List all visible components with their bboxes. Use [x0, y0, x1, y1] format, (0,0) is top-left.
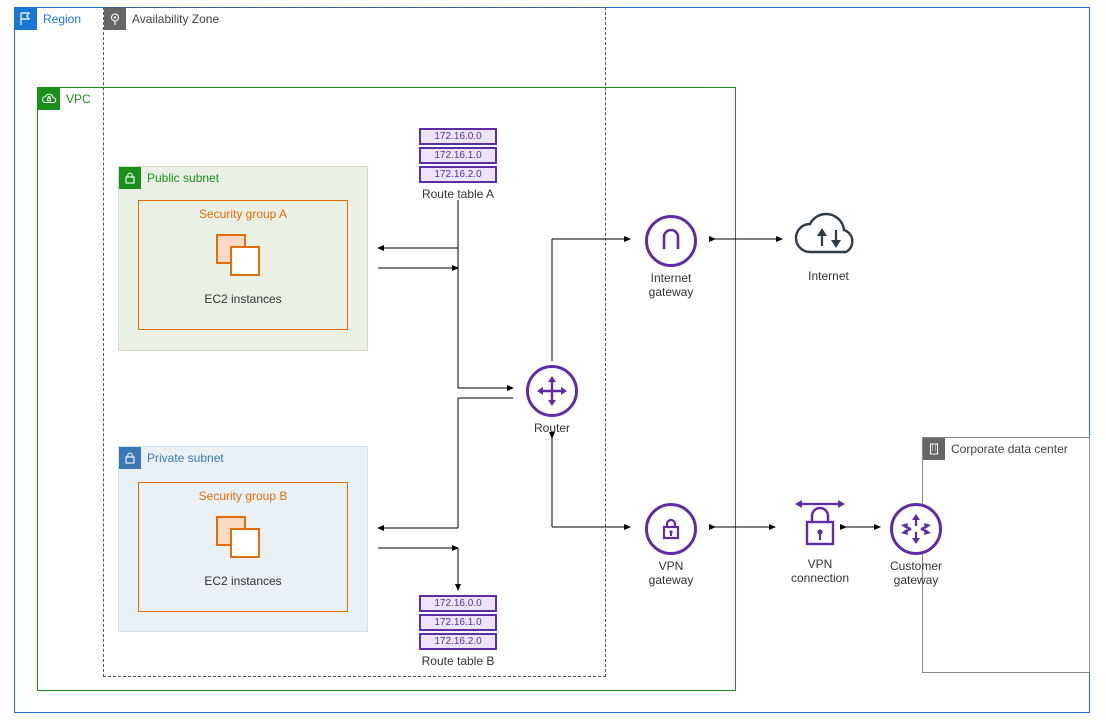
vpngw-label: VPN gateway: [636, 559, 706, 587]
flag-icon: [15, 8, 37, 30]
ec2-instances-b-label: EC2 instances: [204, 574, 281, 588]
building-icon: [923, 438, 945, 460]
gateway-icon: [645, 215, 697, 267]
security-group-a-container: Security group A EC2 instances: [138, 200, 348, 330]
cdc-label: Corporate data center: [951, 442, 1068, 456]
cloud-lock-icon: [38, 88, 60, 110]
route-entry: 172.16.2.0: [419, 166, 497, 183]
cgw-label: Customer gateway: [876, 559, 956, 587]
route-table-b-label: Route table B: [418, 654, 498, 668]
internet-gateway-node: Internet gateway: [636, 215, 706, 299]
internet-node: Internet: [786, 208, 871, 283]
vpn-connection-icon: [793, 496, 847, 550]
private-subnet-label: Private subnet: [147, 451, 224, 465]
security-group-b-label: Security group B: [199, 489, 288, 503]
customer-gateway-node: Customer gateway: [876, 503, 956, 587]
route-entry: 172.16.0.0: [419, 128, 497, 145]
route-entry: 172.16.2.0: [419, 633, 497, 650]
route-table-a: 172.16.0.0 172.16.1.0 172.16.2.0 Route t…: [418, 128, 498, 201]
router-label: Router: [517, 421, 587, 435]
route-entry: 172.16.1.0: [419, 614, 497, 631]
public-subnet-label: Public subnet: [147, 171, 219, 185]
route-table-a-label: Route table A: [418, 187, 498, 201]
customer-gateway-icon: [890, 503, 942, 555]
igw-label: Internet gateway: [636, 271, 706, 299]
security-group-a-label: Security group A: [199, 207, 287, 221]
security-group-b-container: Security group B EC2 instances: [138, 482, 348, 612]
location-pin-icon: [104, 8, 126, 30]
route-table-b: 172.16.0.0 172.16.1.0 172.16.2.0 Route t…: [418, 595, 498, 668]
ec2-instances-a-label: EC2 instances: [204, 292, 281, 306]
route-entry: 172.16.0.0: [419, 595, 497, 612]
vpnconn-label: VPN connection: [780, 557, 860, 585]
ec2-instances-icon: [211, 511, 275, 570]
vpc-architecture-diagram: Region Availability Zone VPC Public subn…: [0, 0, 1106, 723]
vpn-connection-node: VPN connection: [780, 496, 860, 585]
internet-label: Internet: [786, 269, 871, 283]
vpc-label: VPC: [66, 92, 91, 106]
cloud-icon: [790, 208, 868, 262]
vpn-gateway-node: VPN gateway: [636, 503, 706, 587]
region-label: Region: [43, 12, 81, 26]
route-entry: 172.16.1.0: [419, 147, 497, 164]
router-node: Router: [517, 365, 587, 435]
router-icon: [526, 365, 578, 417]
lock-icon: [119, 167, 141, 189]
lock-icon: [119, 447, 141, 469]
vpn-lock-icon: [645, 503, 697, 555]
ec2-instances-icon: [211, 229, 275, 288]
az-label: Availability Zone: [132, 12, 219, 26]
